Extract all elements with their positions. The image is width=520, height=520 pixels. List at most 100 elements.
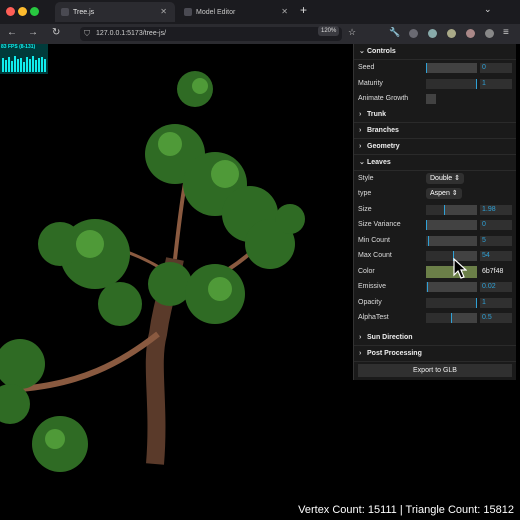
fps-label: 83 FPS (8-131)	[1, 44, 36, 50]
extension-icon[interactable]	[447, 29, 456, 38]
maturity-input[interactable]: 1	[480, 78, 512, 89]
browser-tab-bar: Tree.js ✕ Model Editor ✕ + ⌄	[0, 0, 520, 24]
extension-icon[interactable]	[466, 29, 475, 38]
emissive-input[interactable]: 0.02	[480, 282, 512, 292]
folder-sun-direction[interactable]: › Sun Direction	[354, 330, 516, 346]
chevron-right-icon: ›	[359, 110, 362, 118]
style-select[interactable]: Double ⇕	[426, 172, 464, 184]
close-tab-icon[interactable]: ✕	[281, 7, 288, 16]
tab-model-editor[interactable]: Model Editor ✕	[178, 2, 296, 22]
fps-meter: 83 FPS (8-131)	[0, 44, 48, 74]
forward-arrow-icon[interactable]: →	[28, 27, 38, 38]
folder-label: Controls	[367, 48, 396, 55]
tab-favicon-icon	[184, 8, 192, 16]
tab-label: Tree.js	[73, 8, 95, 16]
chevron-right-icon: ›	[359, 142, 362, 150]
extension-icon[interactable]	[485, 29, 494, 38]
minimize-window-button[interactable]	[18, 7, 27, 16]
control-color: Color 6b7f48	[354, 264, 516, 280]
new-tab-icon[interactable]: +	[300, 3, 307, 17]
chevron-down-icon: ⌄	[359, 48, 365, 55]
select-value: Aspen	[430, 190, 450, 197]
zoom-level-badge[interactable]: 120%	[318, 26, 340, 36]
account-icon[interactable]	[409, 29, 418, 38]
control-label: Size	[358, 205, 372, 213]
control-seed: Seed 0	[354, 60, 516, 76]
control-type: type Aspen ⇕	[354, 186, 516, 202]
control-label: Emissive	[358, 283, 387, 290]
type-select[interactable]: Aspen ⇕	[426, 188, 462, 199]
control-alphatest: AlphaTest 0.5	[354, 310, 516, 326]
chevron-down-icon[interactable]: ⌄	[484, 4, 492, 15]
size-variance-slider[interactable]	[426, 220, 477, 230]
back-arrow-icon[interactable]: ←	[7, 27, 17, 38]
control-animate-growth: Animate Growth	[354, 91, 516, 107]
address-text: 127.0.0.1:5173/tree-js/	[96, 30, 167, 37]
export-glb-button[interactable]: Export to GLB	[358, 364, 512, 377]
min-count-input[interactable]: 5	[480, 235, 512, 246]
min-count-slider[interactable]	[426, 235, 477, 246]
control-emissive: Emissive 0.02	[354, 279, 516, 295]
animate-growth-checkbox[interactable]	[426, 94, 436, 104]
folder-label: Post Processing	[367, 349, 422, 357]
folder-leaves[interactable]: ⌄ Leaves	[354, 155, 516, 171]
max-count-input[interactable]: 54	[480, 251, 512, 261]
folder-post-processing[interactable]: › Post Processing	[354, 346, 516, 362]
folder-label: Trunk	[367, 110, 387, 118]
reload-icon[interactable]: ↻	[52, 27, 60, 38]
browser-toolbar: ← → ↻ ⛉ 127.0.0.1:5173/tree-js/ 120% ☆ 🔧…	[0, 24, 520, 45]
alphatest-slider[interactable]	[426, 313, 477, 323]
chevron-right-icon: ›	[359, 349, 362, 357]
close-tab-icon[interactable]: ✕	[160, 7, 167, 16]
chevron-right-icon: ›	[359, 333, 362, 341]
control-maturity: Maturity 1	[354, 76, 516, 92]
control-label: type	[358, 190, 372, 197]
close-window-button[interactable]	[6, 7, 15, 16]
address-bar[interactable]: ⛉ 127.0.0.1:5173/tree-js/	[80, 27, 342, 41]
control-label: Min Count	[358, 236, 390, 244]
control-label: Style	[358, 174, 374, 182]
size-input[interactable]: 1.98	[480, 204, 512, 215]
control-max-count: Max Count 54	[354, 248, 516, 264]
gui-panel: ⌄ Controls Seed 0 Maturity 1 Animate Grow…	[353, 44, 516, 380]
menu-icon[interactable]: ≡	[503, 27, 509, 38]
maximize-window-button[interactable]	[30, 7, 39, 16]
control-label: Max Count	[358, 252, 392, 259]
extension-icon[interactable]	[428, 29, 437, 38]
color-hex-input[interactable]: 6b7f48	[480, 267, 512, 277]
color-swatch[interactable]	[426, 265, 477, 278]
emissive-slider[interactable]	[426, 282, 477, 292]
wrench-icon[interactable]: 🔧	[389, 27, 400, 37]
control-size: Size 1.98	[354, 202, 516, 218]
control-label: Color	[358, 267, 375, 275]
control-label: Maturity	[358, 79, 383, 87]
fps-graph	[2, 52, 46, 72]
bookmark-star-icon[interactable]: ☆	[348, 27, 356, 38]
control-size-variance: Size Variance 0	[354, 217, 516, 233]
folder-trunk[interactable]: › Trunk	[354, 107, 516, 123]
alphatest-input[interactable]: 0.5	[480, 313, 512, 323]
seed-input[interactable]: 0	[480, 63, 512, 73]
folder-label: Sun Direction	[367, 333, 413, 341]
opacity-input[interactable]: 1	[480, 297, 512, 308]
size-variance-input[interactable]: 0	[480, 220, 512, 230]
tab-tree-js[interactable]: Tree.js ✕	[55, 2, 175, 22]
control-min-count: Min Count 5	[354, 233, 516, 249]
control-style: Style Double ⇕	[354, 171, 516, 187]
folder-label: Geometry	[367, 142, 400, 150]
max-count-slider[interactable]	[426, 251, 477, 261]
shield-icon: ⛉	[84, 29, 90, 38]
chevron-right-icon: ›	[359, 126, 362, 134]
folder-branches[interactable]: › Branches	[354, 123, 516, 139]
folder-label: Leaves	[367, 158, 391, 166]
folder-controls[interactable]: ⌄ Controls	[354, 44, 516, 60]
size-slider[interactable]	[426, 204, 477, 215]
opacity-slider[interactable]	[426, 297, 477, 308]
seed-slider[interactable]	[426, 63, 477, 73]
maturity-slider[interactable]	[426, 78, 477, 89]
control-label: Opacity	[358, 298, 382, 306]
folder-label: Branches	[367, 126, 399, 134]
folder-geometry[interactable]: › Geometry	[354, 139, 516, 155]
control-label: Size Variance	[358, 221, 401, 228]
select-value: Double	[430, 174, 453, 182]
